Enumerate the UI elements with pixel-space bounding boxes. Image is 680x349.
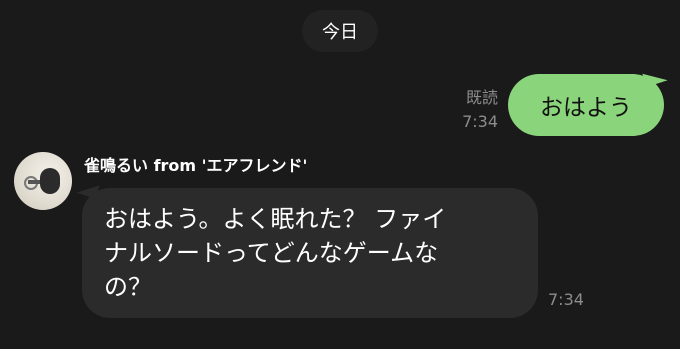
- outgoing-meta: 既読 7:34: [454, 86, 498, 134]
- incoming-message-line: の？: [104, 273, 152, 301]
- outgoing-message-text: おはよう: [540, 95, 632, 121]
- incoming-timestamp: 7:34: [548, 290, 584, 309]
- date-separator-label: 今日: [322, 22, 358, 43]
- incoming-message-line: ナルソードってどんなゲームな: [104, 239, 439, 267]
- sender-avatar[interactable]: [14, 152, 72, 210]
- outgoing-timestamp: 7:34: [462, 112, 498, 131]
- outgoing-message-bubble[interactable]: おはよう: [508, 74, 664, 136]
- incoming-message-bubble[interactable]: おはよう。よく眠れた？ ファイ ナルソードってどんなゲームな の？: [82, 188, 538, 318]
- read-receipt: 既読: [465, 88, 498, 107]
- incoming-message-line: おはよう。よく眠れた？ ファイ: [104, 205, 447, 233]
- date-separator: 今日: [302, 10, 378, 52]
- chat-view: 今日 既読 7:34 おはよう 雀鳴るい from 'エアフレンド' おはよう。…: [0, 0, 680, 349]
- sender-name: 雀鳴るい from 'エアフレンド': [84, 156, 308, 175]
- microphone-icon: [40, 168, 60, 194]
